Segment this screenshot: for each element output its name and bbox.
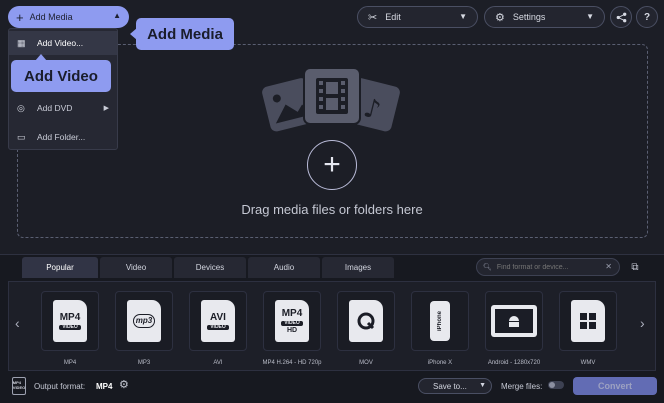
menu-item-label: Add Video... xyxy=(37,38,84,48)
tooltip-add-video: Add Video xyxy=(11,54,111,92)
tooltip-add-media: Add Media xyxy=(130,18,234,50)
chevron-right-icon: ▶ xyxy=(103,105,109,112)
scissors-icon: ✂ xyxy=(368,11,378,24)
output-format-value: MP4 xyxy=(96,382,113,391)
format-label: iPhone X xyxy=(427,360,453,366)
chevron-up-icon: ▲ xyxy=(113,11,121,20)
format-tile-mp3[interactable]: mp3 xyxy=(115,291,173,351)
chevron-down-icon: ▼ xyxy=(459,12,467,21)
output-format-icon: MP4 VIDEO xyxy=(12,377,26,395)
drop-zone-hint: Drag media files or folders here xyxy=(241,202,423,217)
add-media-button[interactable]: + Add Media ▲ xyxy=(8,6,129,28)
format-tile-avi[interactable]: AVI VIDEO xyxy=(189,291,247,351)
chevron-left-icon: ‹ xyxy=(15,315,20,331)
mp4-hd-file-icon: MP4 VIDEO HD xyxy=(275,300,309,342)
add-media-label: Add Media xyxy=(29,12,73,22)
edit-label: Edit xyxy=(385,12,401,22)
merge-files-toggle[interactable] xyxy=(548,381,564,389)
format-tile-mp4-hd[interactable]: MP4 VIDEO HD xyxy=(263,291,321,351)
tab-popular[interactable]: Popular xyxy=(22,257,98,278)
format-label: AVI xyxy=(213,360,223,366)
tab-video[interactable]: Video xyxy=(100,257,172,278)
chevron-down-icon: ▼ xyxy=(586,12,594,21)
format-tile-android[interactable] xyxy=(485,291,543,351)
gear-icon: ⚙ xyxy=(119,379,129,391)
carousel-prev-button[interactable]: ‹ xyxy=(15,315,20,331)
chevron-down-icon: ▼ xyxy=(479,382,486,389)
device-settings-icon: ⧉ xyxy=(631,261,639,273)
format-label: WMV xyxy=(580,360,596,366)
menu-item-add-folder[interactable]: ▭ Add Folder... xyxy=(9,125,117,149)
settings-button[interactable]: ⚙ Settings ▼ xyxy=(484,6,605,28)
disc-icon: ◎ xyxy=(17,102,25,113)
menu-item-add-video[interactable]: ▦ Add Video... xyxy=(9,31,117,55)
format-label: MP3 xyxy=(137,360,151,366)
format-label: MOV xyxy=(359,360,373,366)
format-search-input[interactable] xyxy=(496,263,607,271)
menu-item-label: Add Folder... xyxy=(37,132,86,142)
avi-file-icon: AVI VIDEO xyxy=(201,300,235,342)
help-button[interactable]: ? xyxy=(636,6,658,28)
format-tile-wmv[interactable] xyxy=(559,291,617,351)
share-icon xyxy=(616,12,626,22)
windows-file-icon xyxy=(571,300,605,342)
clear-icon[interactable]: ✕ xyxy=(605,262,612,271)
output-format-label: Output format: xyxy=(34,382,86,391)
settings-label: Settings xyxy=(512,12,546,22)
menu-item-label: Add DVD xyxy=(37,103,73,113)
format-tile-mov[interactable] xyxy=(337,291,395,351)
film-icon: ▦ xyxy=(17,37,26,48)
convert-button[interactable]: Convert xyxy=(573,377,657,395)
plus-icon: + xyxy=(16,9,24,25)
format-settings-button[interactable]: ⧉ xyxy=(626,258,644,276)
media-types-icon: ♪ xyxy=(262,67,400,132)
save-to-button[interactable]: Save to... ▼ xyxy=(418,378,492,394)
menu-item-add-dvd[interactable]: ◎ Add DVD ▶ xyxy=(9,96,117,120)
mp3-file-icon: mp3 xyxy=(127,300,161,342)
share-button[interactable] xyxy=(610,6,632,28)
format-label: Android - 1280x720 xyxy=(487,360,541,366)
mp4-file-icon: MP4 VIDEO xyxy=(53,300,87,342)
format-label: MP4 xyxy=(63,360,77,366)
add-files-button[interactable]: + xyxy=(307,140,357,190)
android-icon xyxy=(509,316,519,327)
output-settings-button[interactable]: ⚙ xyxy=(119,378,133,392)
gear-icon: ⚙ xyxy=(495,11,505,24)
plus-icon: + xyxy=(323,148,341,181)
folder-plus-icon: ▭ xyxy=(17,131,26,142)
save-to-label: Save to... xyxy=(433,381,467,391)
carousel-next-button[interactable]: › xyxy=(640,315,645,331)
tab-audio[interactable]: Audio xyxy=(248,257,320,278)
edit-button[interactable]: ✂ Edit ▼ xyxy=(357,6,478,28)
quicktime-file-icon xyxy=(349,300,383,342)
search-icon: 🔍︎ xyxy=(483,264,492,271)
chevron-right-icon: › xyxy=(640,315,645,331)
tab-devices[interactable]: Devices xyxy=(174,257,246,278)
format-label: MP4 H.264 - HD 720p xyxy=(262,360,322,366)
merge-files-label: Merge files: xyxy=(501,382,543,391)
android-tablet-icon xyxy=(491,305,537,337)
iphone-icon: iPhone xyxy=(430,301,450,341)
format-tile-iphone-x[interactable]: iPhone xyxy=(411,291,469,351)
question-icon: ? xyxy=(643,11,651,23)
format-tile-mp4[interactable]: MP4 VIDEO xyxy=(41,291,99,351)
format-search[interactable]: 🔍︎ ✕ xyxy=(476,258,620,276)
tab-images[interactable]: Images xyxy=(322,257,394,278)
